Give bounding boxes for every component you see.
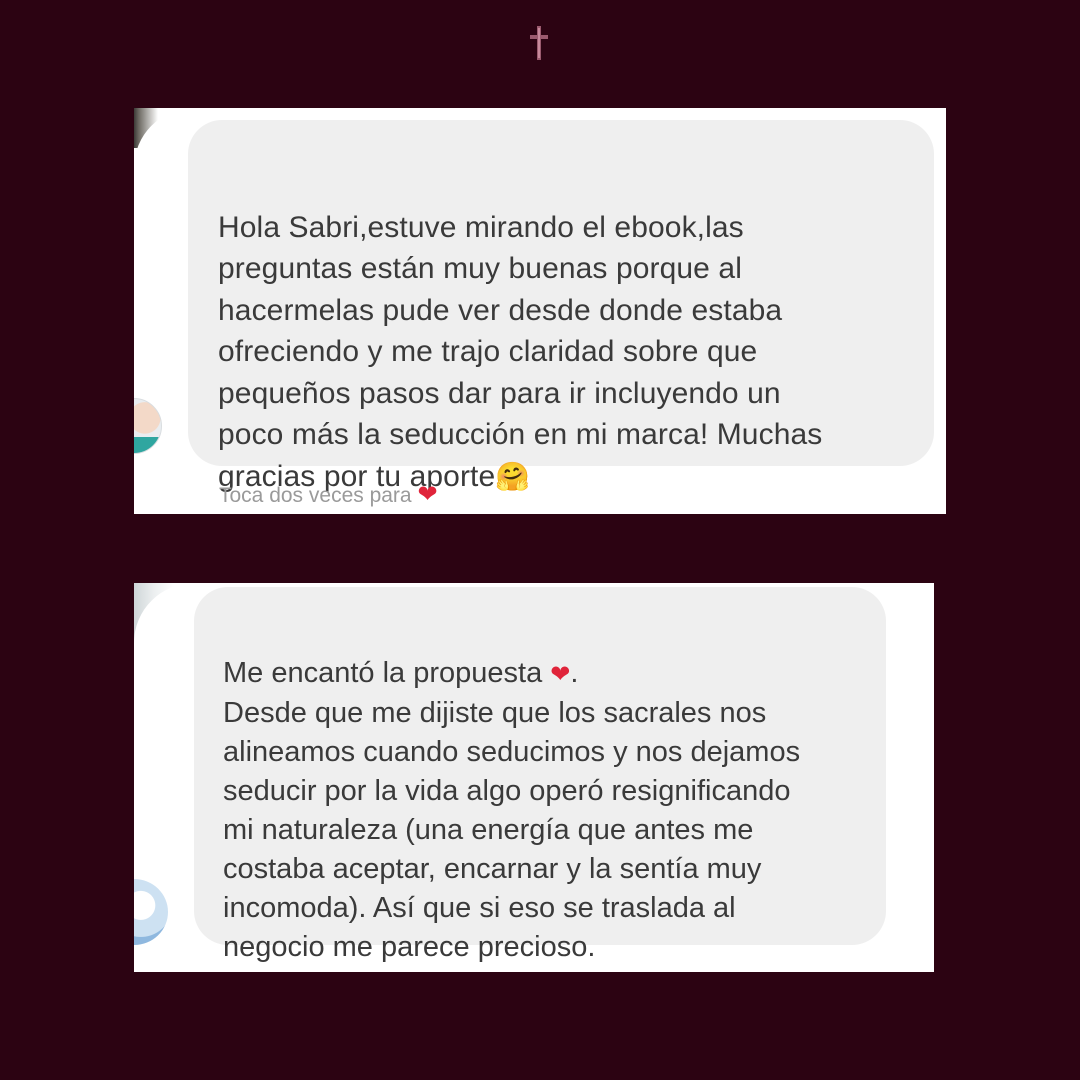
avatar[interactable] xyxy=(134,398,162,454)
hint-label: Toca dos veces para xyxy=(219,484,412,507)
message-screenshot-2: Me encantó la propuesta ❤. Desde que me … xyxy=(134,583,934,972)
message-bubble[interactable]: Me encantó la propuesta ❤. Desde que me … xyxy=(194,587,886,963)
message-text: Hola Sabri,estuve mirando el ebook,las p… xyxy=(218,210,823,493)
message-text-rest: . Desde que me dijiste que los sacrales … xyxy=(223,657,801,963)
avatar[interactable] xyxy=(134,879,168,945)
cross-icon xyxy=(530,26,548,60)
message-text-start: Me encantó la propuesta xyxy=(223,657,551,689)
message-bubble[interactable]: Hola Sabri,estuve mirando el ebook,las p… xyxy=(188,120,934,493)
heart-icon[interactable]: ❤ xyxy=(417,481,437,508)
message-screenshot-1: Hola Sabri,estuve mirando el ebook,las p… xyxy=(134,108,946,514)
hug-emoji-icon: 🤗 xyxy=(495,460,531,492)
double-tap-hint: Toca dos veces para ❤ xyxy=(219,480,438,509)
heart-emoji-icon: ❤ xyxy=(550,661,571,688)
